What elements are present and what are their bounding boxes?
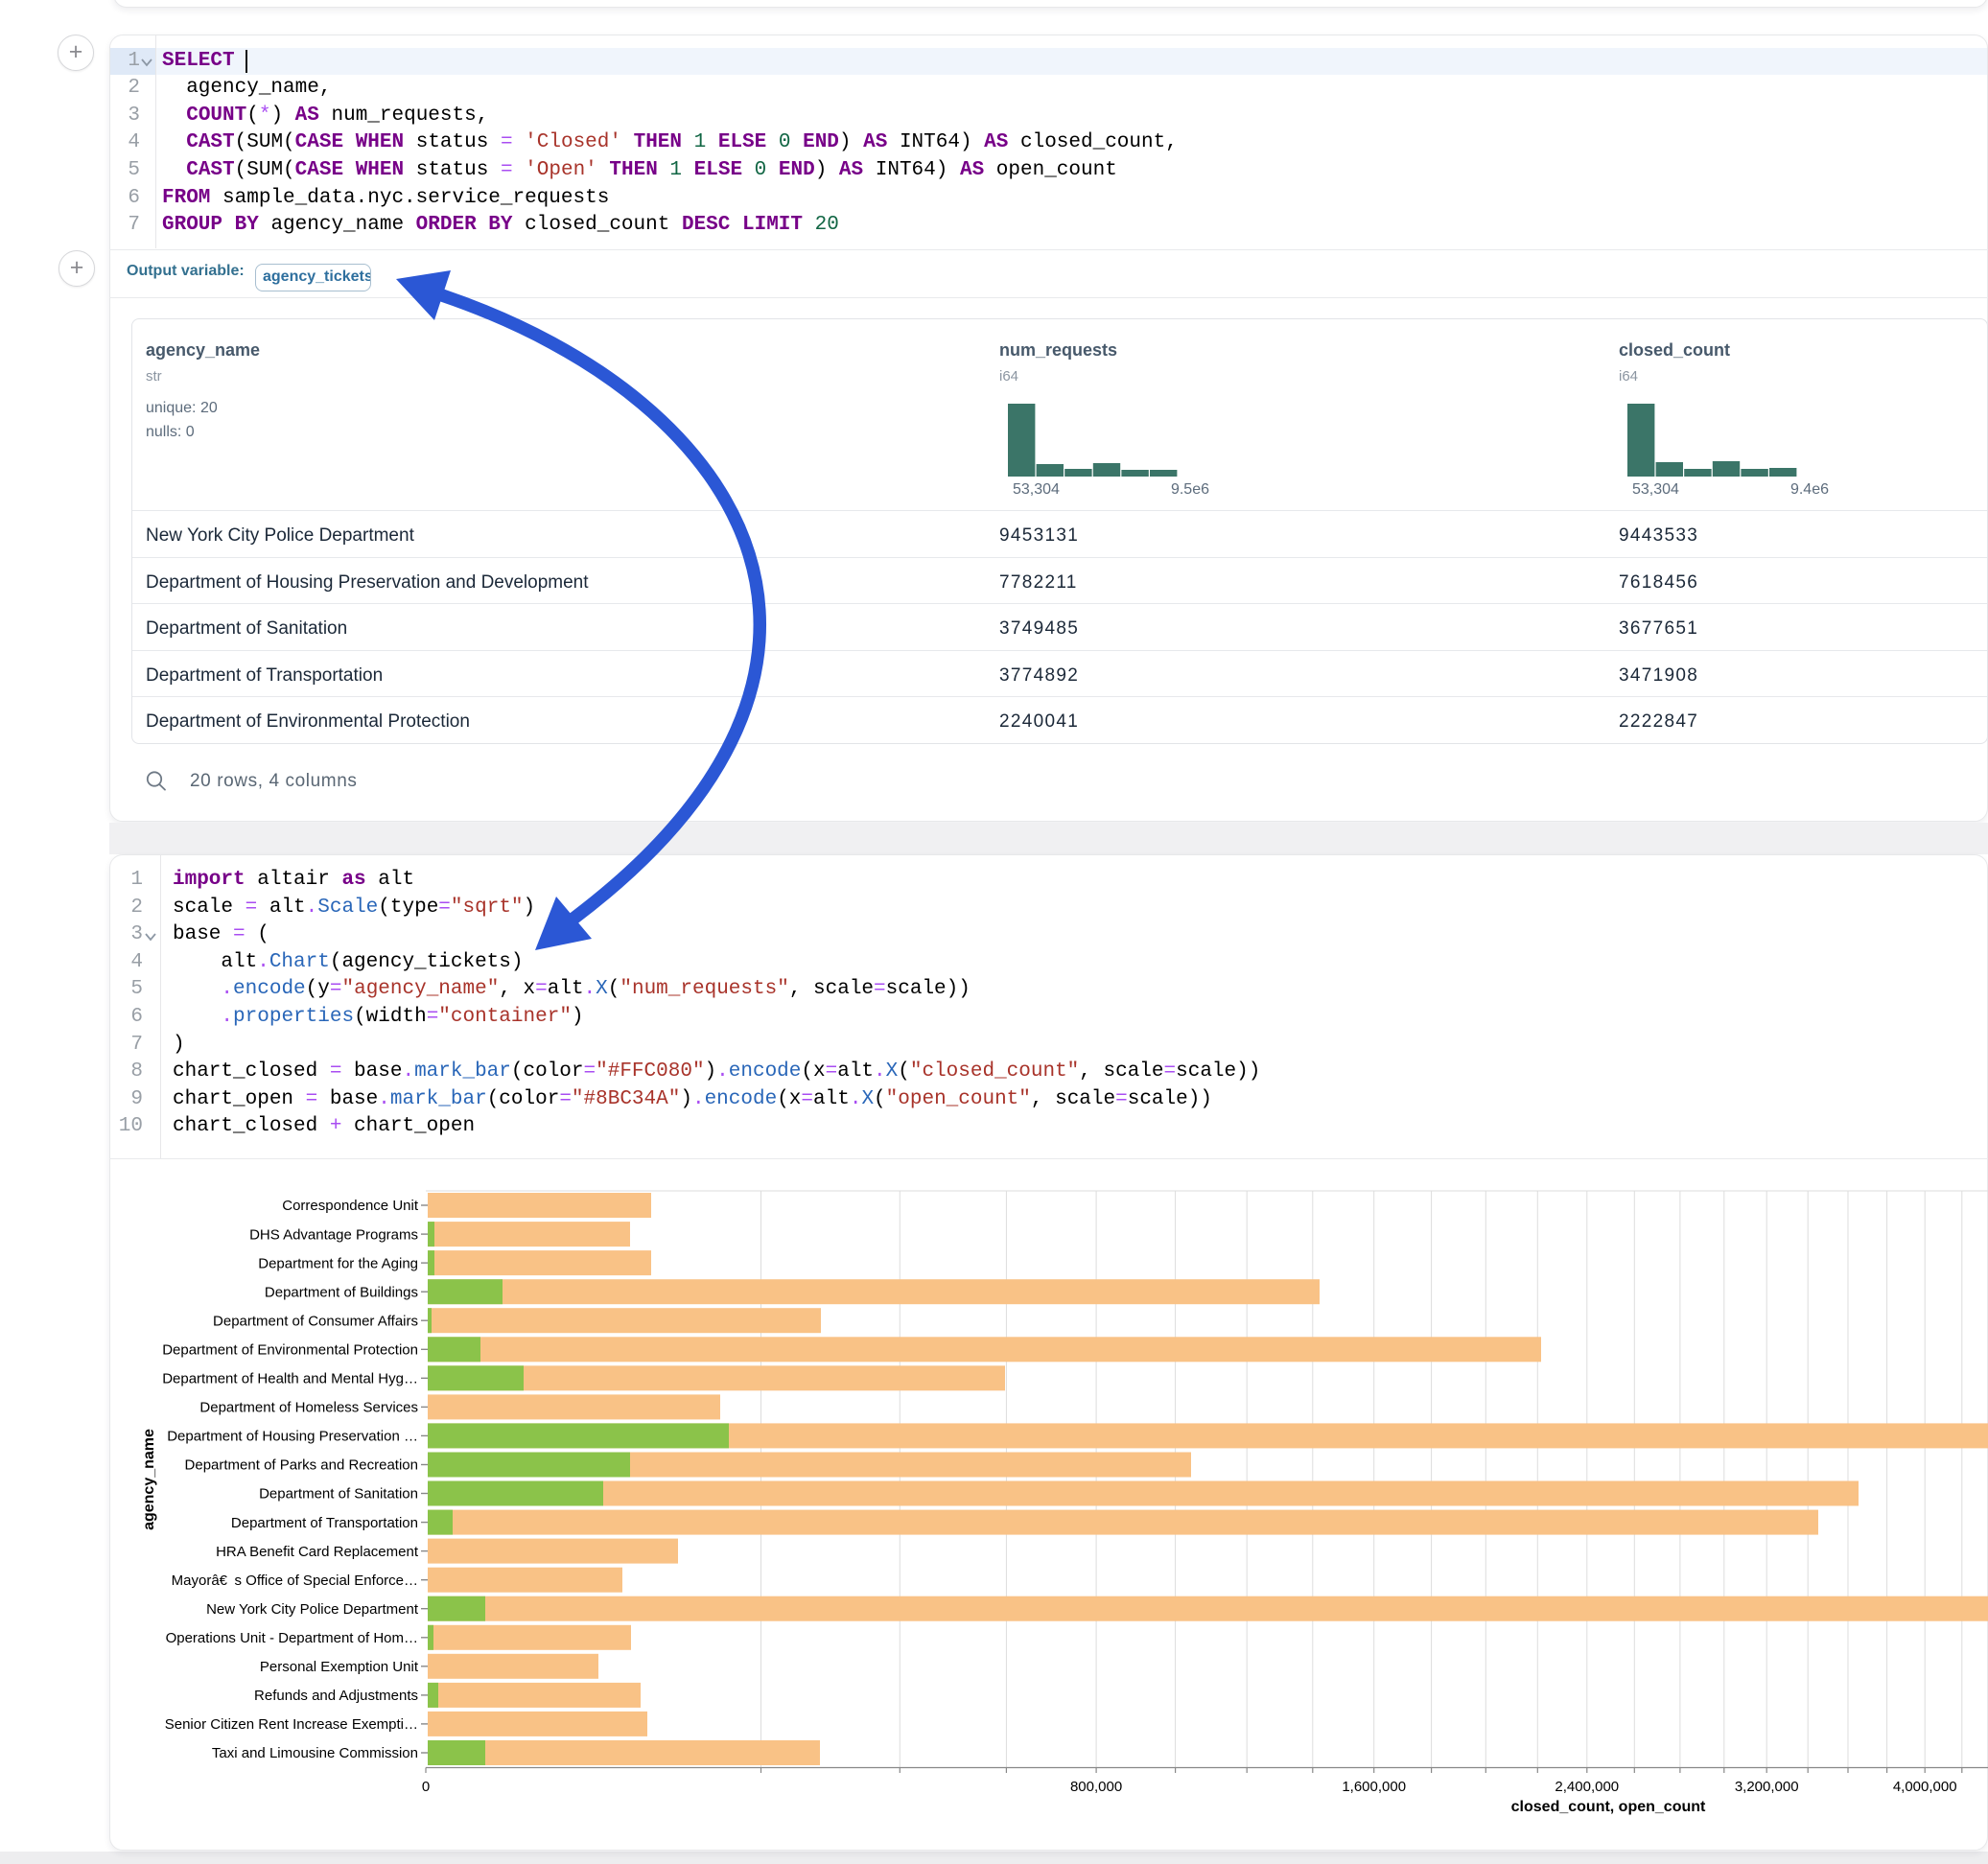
svg-text:Department of Parks and Recrea: Department of Parks and Recreation (185, 1457, 418, 1474)
svg-text:Department of Homeless Service: Department of Homeless Services (199, 1400, 418, 1416)
svg-text:4,000,000: 4,000,000 (1893, 1779, 1957, 1795)
svg-text:Department of Environmental Pr: Department of Environmental Protection (162, 1342, 418, 1359)
svg-text:Operations Unit - Department o: Operations Unit - Department of Hom… (166, 1630, 418, 1646)
svg-text:Taxi and Limousine Commission: Taxi and Limousine Commission (212, 1745, 418, 1761)
svg-text:Department of Housing Preserva: Department of Housing Preservation … (167, 1429, 418, 1445)
svg-text:Department of Consumer Affairs: Department of Consumer Affairs (213, 1313, 418, 1329)
svg-text:Personal Exemption Unit: Personal Exemption Unit (260, 1659, 419, 1675)
svg-text:1,600,000: 1,600,000 (1342, 1779, 1406, 1795)
svg-text:New York City Police Departmen: New York City Police Department (206, 1601, 419, 1618)
svg-text:800,000: 800,000 (1070, 1779, 1122, 1795)
svg-text:closed_count, open_count: closed_count, open_count (1511, 1799, 1706, 1815)
svg-text:Department of Health and Menta: Department of Health and Mental Hyg… (162, 1371, 418, 1387)
svg-text:Department of Transportation: Department of Transportation (231, 1515, 418, 1531)
svg-text:Department for the Aging: Department for the Aging (258, 1255, 418, 1271)
svg-text:0: 0 (422, 1779, 430, 1795)
svg-text:agency_name: agency_name (141, 1429, 157, 1530)
svg-text:DHS Advantage Programs: DHS Advantage Programs (249, 1226, 418, 1243)
svg-text:Refunds and Adjustments: Refunds and Adjustments (254, 1688, 418, 1704)
svg-text:3,200,000: 3,200,000 (1735, 1779, 1799, 1795)
svg-text:Senior Citizen Rent Increase E: Senior Citizen Rent Increase Exempti… (165, 1716, 418, 1733)
svg-text:Department of Buildings: Department of Buildings (265, 1284, 418, 1300)
svg-text:Mayorâ€ s Office of Special En: Mayorâ€ s Office of Special Enforce… (172, 1573, 418, 1589)
svg-text:HRA Benefit Card Replacement: HRA Benefit Card Replacement (216, 1544, 419, 1560)
svg-text:Department of Sanitation: Department of Sanitation (259, 1486, 418, 1503)
svg-text:2,400,000: 2,400,000 (1555, 1779, 1619, 1795)
svg-text:Correspondence Unit: Correspondence Unit (282, 1198, 419, 1214)
